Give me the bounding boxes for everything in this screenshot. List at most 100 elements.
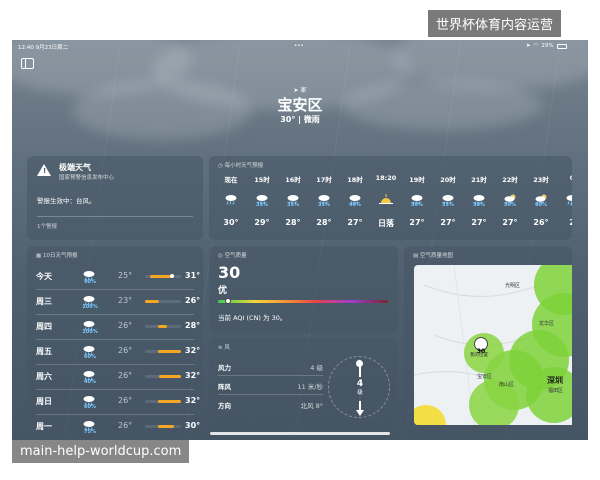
cloud-rain-icon xyxy=(310,190,338,205)
wind-title-label: 风 xyxy=(224,345,230,351)
temp-range-bar xyxy=(157,325,167,328)
scroll-indicator xyxy=(210,432,390,435)
day-label: 周三 xyxy=(36,297,52,306)
map-label-nanshan: 南山区 xyxy=(499,382,515,388)
temp-range-track xyxy=(145,274,181,278)
my-location-marker[interactable]: 30 xyxy=(474,337,488,355)
aqmap-title: ▤ 空气质量地图 xyxy=(413,251,453,259)
arrow-tail-dot xyxy=(356,360,363,367)
day-precip: 60% xyxy=(84,404,96,410)
location-arrow-icon: ➤ xyxy=(526,43,531,49)
ten-day-row[interactable]: 周日 60% 26° 32° xyxy=(27,389,203,414)
day-low-temp: 26° xyxy=(118,321,133,330)
hourly-temp: 27° xyxy=(409,218,425,227)
aqi-title: ◎ 空气质量 xyxy=(218,251,247,259)
ten-day-row[interactable]: 周五 60% 26° 32° xyxy=(27,339,203,364)
sidebar-icon xyxy=(25,59,27,68)
current-temp-dot xyxy=(170,274,174,278)
cloud-rain-icon xyxy=(248,190,276,205)
watermark-badge-top: 世界杯体育内容运营 xyxy=(428,10,562,37)
wind-card[interactable]: ≋ 风 风力4 级阵风11 米/秒方向北风 8° 北 4 级 xyxy=(209,338,398,440)
hourly-temp: 30° xyxy=(223,218,239,227)
ten-day-row[interactable]: 今天 90% 25° 31° xyxy=(27,264,203,289)
hourly-temp: 26° xyxy=(533,218,549,227)
moon-cloud-rain-icon xyxy=(496,190,524,205)
temp-range-track xyxy=(145,400,181,403)
day-label: 今天 xyxy=(36,272,52,281)
map-label-me: 我的位置 xyxy=(470,353,488,358)
city-name: 宝安区 xyxy=(277,96,323,114)
ten-day-row[interactable]: 周六 40% 26° 32° xyxy=(27,364,203,389)
hourly-item: 23时 60% 26° xyxy=(527,174,555,227)
aqi-value: 30 xyxy=(218,263,241,282)
hourly-precip: 40% xyxy=(349,202,361,208)
hourly-temp: 日落 xyxy=(378,219,394,228)
day-precip: 100% xyxy=(82,329,98,335)
temp-range-bar xyxy=(159,375,181,378)
day-low-temp: 25° xyxy=(118,271,133,280)
alert-title: 极端天气 xyxy=(59,163,91,172)
alert-message: 警报生效中：台风。 xyxy=(37,197,96,205)
day-label: 周六 xyxy=(36,372,52,381)
hourly-time: 16时 xyxy=(285,176,301,184)
hourly-time: 17时 xyxy=(316,176,332,184)
sidebar-toggle-button[interactable] xyxy=(21,58,34,69)
alert-source: 国家预警信息发布中心 xyxy=(59,175,115,181)
day-high-temp: 31° xyxy=(185,271,201,280)
day-high-temp: 28° xyxy=(185,321,201,330)
day-label: 周日 xyxy=(36,397,52,406)
aqi-level: 优 xyxy=(218,286,228,296)
wind-row-value: 北风 8° xyxy=(300,402,323,410)
day-precip: 90% xyxy=(84,279,96,285)
cloud-rain-icon xyxy=(279,190,307,205)
alert-more-link[interactable]: 1个警报 xyxy=(37,222,57,230)
dial-center: 4 级 xyxy=(348,377,372,401)
map-label-longhua: 龙华区 xyxy=(539,321,555,327)
map-label-shenzhen: 深圳 xyxy=(547,376,563,385)
row-divider xyxy=(36,289,194,290)
hourly-item: 19时 50% 27° xyxy=(403,174,431,227)
day-precip: 60% xyxy=(84,354,96,360)
map-view[interactable]: 光明区 龙华区 30 我的位置 宝安区 南山区 深圳 福田区 xyxy=(414,265,572,425)
air-quality-map-card[interactable]: ▤ 空气质量地图 光明区 龙华区 30 我的位置 宝安区 南山区 深圳 福田区 xyxy=(404,246,572,440)
hourly-temp: 27° xyxy=(347,218,363,227)
day-low-temp: 26° xyxy=(118,396,133,405)
hourly-precip: 35% xyxy=(256,202,268,208)
day-low-temp: 23° xyxy=(118,296,133,305)
battery-icon xyxy=(556,43,567,49)
hourly-time: 18时 xyxy=(347,176,363,184)
wind-row-label: 方向 xyxy=(218,402,231,410)
arrow-head-icon xyxy=(356,410,364,416)
hourly-temp: 2 xyxy=(569,218,572,227)
ten-day-forecast-card: ▦ 10日天气预报 今天 90% 25° 31° 周三 100% 23° 26° 周四 100% 2… xyxy=(27,246,203,440)
calendar-icon: ▦ xyxy=(36,253,43,259)
watermark-badge-bottom: main-help-worldcup.com xyxy=(12,440,190,463)
cloud-rain-icon xyxy=(403,190,431,205)
ten-day-row[interactable]: 周四 100% 26° 28° xyxy=(27,314,203,339)
cloud-rain-icon xyxy=(558,190,572,205)
day-high-temp: 32° xyxy=(185,346,201,355)
status-icons: ➤ ◠ 29% xyxy=(526,43,567,49)
hourly-precip: 60% xyxy=(535,202,547,208)
aq-yellow-zone xyxy=(414,405,446,425)
wind-title: ≋ 风 xyxy=(218,343,230,351)
hourly-item: 15时 35% 29° xyxy=(248,174,276,227)
hourly-time: 0 xyxy=(558,174,572,184)
battery-label: 29% xyxy=(541,43,554,49)
ten-day-row[interactable]: 周三 100% 23° 26° xyxy=(27,289,203,314)
alert-card[interactable]: ! 极端天气 国家预警信息发布中心 警报生效中：台风。 1个警报 xyxy=(27,156,203,240)
hourly-time: 21时 xyxy=(471,176,487,184)
row-divider xyxy=(36,314,194,315)
aqi-description: 当前 AQI (CN) 为 30。 xyxy=(218,314,287,322)
air-quality-card[interactable]: ◎ 空气质量 30 优 当前 AQI (CN) 为 30。 xyxy=(209,246,398,333)
hourly-row[interactable]: 现在 30° 15时 35% 29° 16时 35% 28° 17时 35% 28° 18时 40% 27… xyxy=(209,156,572,240)
map-icon: ▤ xyxy=(413,253,420,259)
ten-day-row[interactable]: 周一 75% 26° 30° xyxy=(27,414,203,439)
row-divider xyxy=(36,389,194,390)
hourly-temp: 29° xyxy=(254,218,270,227)
aqmap-title-label: 空气质量地图 xyxy=(419,253,453,259)
day-label: 周四 xyxy=(36,322,52,331)
dial-unit: 级 xyxy=(357,390,363,396)
wind-row-value: 4 级 xyxy=(310,364,323,372)
weather-app-screen: 12:40 9月23日周二 ••• ➤ ◠ 29% ➤ 家 宝安区 30° | … xyxy=(12,40,588,440)
